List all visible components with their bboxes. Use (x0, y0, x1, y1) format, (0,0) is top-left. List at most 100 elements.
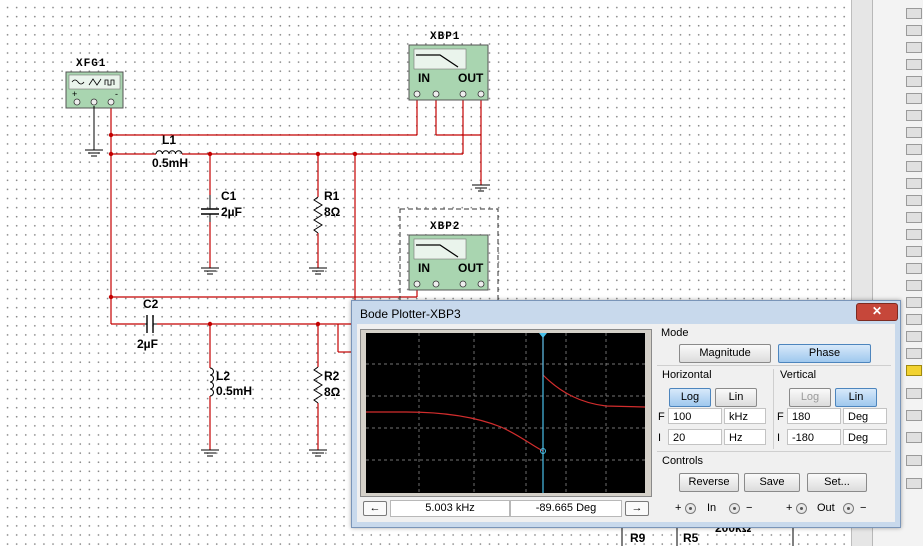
cursor-value: -89.665 Deg (510, 500, 622, 517)
inductor-l1[interactable]: L1 0.5mH (152, 133, 188, 170)
tool-icon[interactable] (906, 212, 922, 223)
xbp2-ref: XBP2 (430, 221, 460, 233)
tool-icon[interactable] (906, 127, 922, 138)
horizontal-lin-button[interactable]: Lin (715, 388, 757, 407)
ground-symbols (201, 267, 327, 457)
vertical-label: Vertical (780, 369, 817, 381)
tool-icon[interactable] (906, 8, 922, 19)
horizontal-initial-unit[interactable]: Hz (724, 429, 766, 445)
vertical-initial-field[interactable]: -180 (787, 429, 841, 445)
resistor-r2[interactable]: R2 8Ω (313, 366, 341, 404)
out-minus-terminal[interactable] (843, 503, 854, 514)
l1-value: 0.5mH (152, 156, 188, 170)
vertical-log-button[interactable]: Log (789, 388, 831, 407)
save-button[interactable]: Save (744, 473, 800, 492)
cursor-left-button[interactable]: ← (363, 501, 387, 516)
vertical-final-field[interactable]: 180 (787, 408, 841, 424)
horizontal-log-button[interactable]: Log (669, 388, 711, 407)
tool-icon[interactable] (906, 178, 922, 189)
capacitor-c1[interactable]: C1 2µF (201, 189, 242, 222)
divider (657, 451, 891, 452)
bode-plotter-window[interactable]: Bode Plotter-XBP3 ✕ ← 5.003 kHz -89.665 … (351, 300, 901, 528)
in-label: In (707, 502, 717, 514)
phase-trace-high (542, 374, 645, 408)
c1-ref: C1 (221, 189, 237, 203)
mode-label: Mode (661, 327, 689, 339)
tool-icon[interactable] (906, 229, 922, 240)
tool-icon[interactable] (906, 432, 922, 443)
tool-icon[interactable] (906, 93, 922, 104)
out-plus-terminal[interactable] (796, 503, 807, 514)
c2-ref: C2 (143, 297, 159, 311)
xbp1-in-label: IN (418, 71, 430, 85)
r9-ref: R9 (630, 531, 646, 545)
tool-icon[interactable] (906, 280, 922, 291)
vertical-lin-button[interactable]: Lin (835, 388, 877, 407)
r2-value: 8Ω (324, 385, 341, 399)
close-button[interactable]: ✕ (856, 303, 898, 321)
reverse-button[interactable]: Reverse (679, 473, 739, 492)
l2-value: 0.5mH (216, 384, 252, 398)
xbp1-out-label: OUT (458, 71, 484, 85)
bode-phase-plot[interactable] (366, 333, 645, 493)
l2-ref: L2 (216, 369, 230, 383)
vertical-initial-unit[interactable]: Deg (843, 429, 887, 445)
xbp1-ref: XBP1 (430, 31, 460, 43)
xfg1-ref: XFG1 (76, 58, 106, 70)
tool-icon[interactable] (906, 478, 922, 489)
horizontal-final-field[interactable]: 100 (668, 408, 722, 424)
probe-icon[interactable] (906, 365, 922, 376)
r1-value: 8Ω (324, 205, 341, 219)
vertical-final-unit[interactable]: Deg (843, 408, 887, 424)
out-minus-label: − (860, 502, 867, 514)
tool-icon[interactable] (906, 455, 922, 466)
in-plus-terminal[interactable] (685, 503, 696, 514)
tool-icon[interactable] (906, 195, 922, 206)
horizontal-final-unit[interactable]: kHz (724, 408, 766, 424)
set-button[interactable]: Set... (807, 473, 867, 492)
r2-ref: R2 (324, 369, 340, 383)
svg-text:-: - (115, 89, 118, 99)
vertical-initial-label: I (777, 432, 781, 444)
tool-icon[interactable] (906, 59, 922, 70)
tool-icon[interactable] (906, 410, 922, 421)
tool-icon[interactable] (906, 42, 922, 53)
c1-value: 2µF (221, 205, 242, 219)
in-minus-terminal[interactable] (729, 503, 740, 514)
vertical-final-label: F (777, 411, 784, 423)
magnitude-button[interactable]: Magnitude (679, 344, 771, 363)
function-generator-xfg1[interactable]: XFG1 + - (65, 58, 124, 109)
tool-icon[interactable] (906, 76, 922, 87)
tool-icon[interactable] (906, 25, 922, 36)
tool-icon[interactable] (906, 314, 922, 325)
tool-icon[interactable] (906, 263, 922, 274)
out-label: Out (817, 502, 835, 514)
c2-value: 2µF (137, 337, 158, 351)
tool-icon[interactable] (906, 388, 922, 399)
window-title: Bode Plotter-XBP3 (360, 307, 461, 321)
tool-icon[interactable] (906, 161, 922, 172)
tool-icon[interactable] (906, 144, 922, 155)
horizontal-initial-field[interactable]: 20 (668, 429, 722, 445)
tool-icon[interactable] (906, 246, 922, 257)
horizontal-final-label: F (658, 411, 665, 423)
cursor-right-button[interactable]: → (625, 501, 649, 516)
inductor-l2[interactable]: L2 0.5mH (209, 367, 252, 398)
tool-icon[interactable] (906, 110, 922, 121)
plot-frame (360, 329, 652, 497)
tool-icon[interactable] (906, 297, 922, 308)
horizontal-initial-label: I (658, 432, 662, 444)
bode-plotter-xbp2[interactable]: XBP2 IN OUT (408, 221, 489, 291)
in-minus-label: − (746, 502, 753, 514)
tool-icon[interactable] (906, 348, 922, 359)
xbp2-out-label: OUT (458, 261, 484, 275)
phase-button[interactable]: Phase (778, 344, 871, 363)
cursor-frequency: 5.003 kHz (390, 500, 510, 517)
divider (657, 365, 891, 366)
bode-plotter-xbp1[interactable]: XBP1 IN OUT (408, 31, 489, 101)
tool-icon[interactable] (906, 331, 922, 342)
r1-ref: R1 (324, 189, 340, 203)
phase-trace-low (366, 411, 544, 452)
cursor-handle-icon[interactable] (539, 333, 547, 338)
controls-label: Controls (662, 455, 703, 467)
